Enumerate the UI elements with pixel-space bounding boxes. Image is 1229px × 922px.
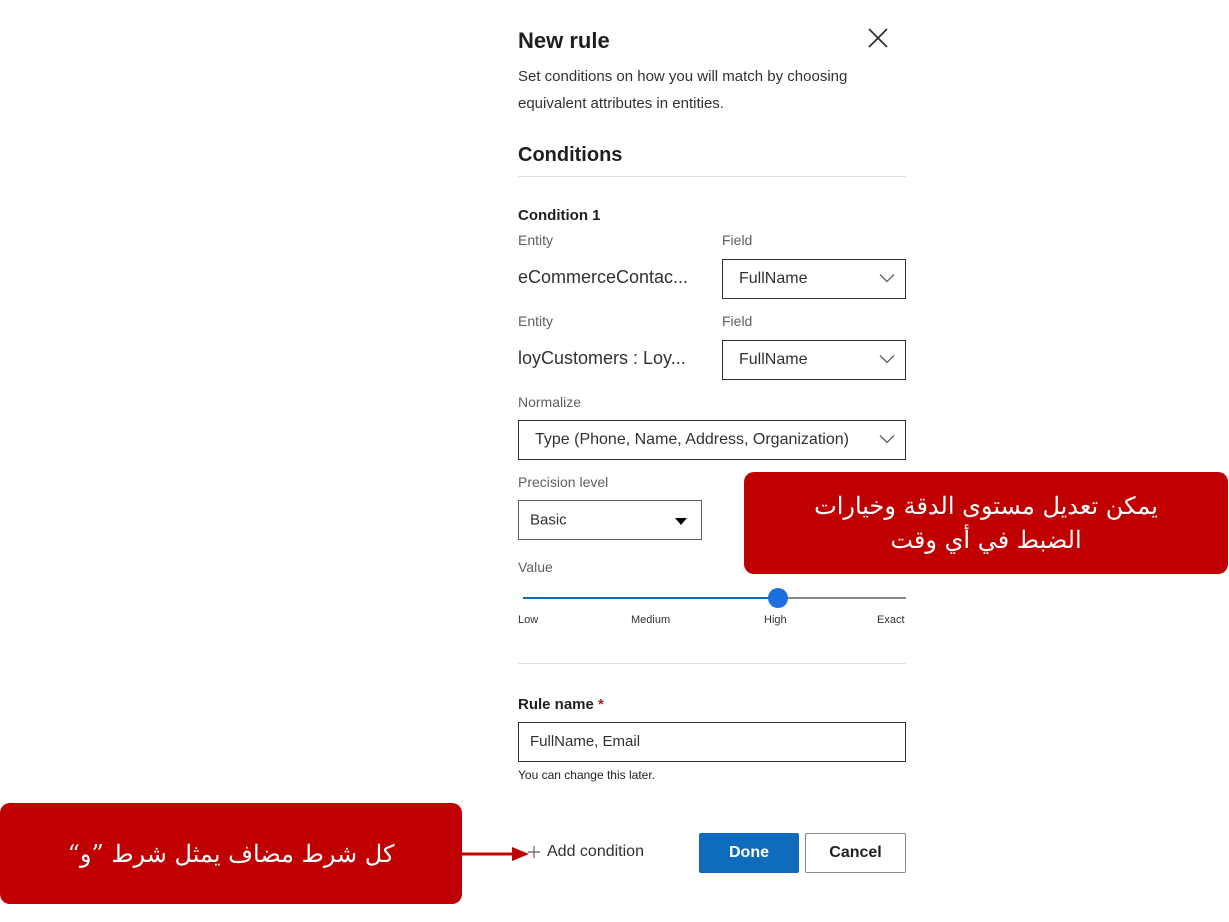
caret-down-icon (675, 518, 687, 525)
slider-tick-medium: Medium (631, 614, 671, 626)
precision-label: Precision level (518, 474, 609, 490)
field-dropdown-1-value: FullName (739, 270, 808, 287)
close-icon (868, 28, 888, 48)
precision-callout: يمكن تعديل مستوى الدقة وخيارات الضبط في … (744, 472, 1228, 574)
field-label-1: Field (722, 232, 753, 248)
field-dropdown-1[interactable]: FullName (722, 259, 906, 299)
add-condition-label: Add condition (547, 843, 644, 860)
slider-tick-exact: Exact (877, 614, 905, 626)
precision-dropdown[interactable]: Basic (518, 500, 702, 540)
arrow-icon (462, 847, 529, 861)
entity-value-1: eCommerceContac... (518, 267, 689, 287)
normalize-value: Type (Phone, Name, Address, Organization… (535, 431, 849, 448)
value-label: Value (518, 559, 553, 575)
conditions-heading: Conditions (518, 144, 623, 166)
chevron-down-icon (879, 355, 895, 364)
required-mark: * (598, 696, 604, 713)
precision-slider-fill (523, 597, 779, 599)
entity-label-1: Entity (518, 232, 554, 248)
precision-value: Basic (530, 511, 567, 529)
panel-description: Set conditions on how you will match by … (518, 68, 848, 112)
slider-tick-low: Low (518, 614, 539, 626)
rule-name-input[interactable]: FullName, Email (518, 722, 906, 762)
normalize-label: Normalize (518, 394, 582, 410)
and-condition-callout-text: كل شرط مضاف يمثل شرط ”و“ (67, 839, 395, 868)
done-button[interactable]: Done (699, 833, 799, 873)
rule-name-hint: You can change this later. (518, 768, 655, 782)
chevron-down-icon (879, 274, 895, 283)
condition-title: Condition 1 (518, 207, 601, 224)
conditions-divider (518, 176, 906, 177)
rule-name-label-text: Rule name (518, 696, 594, 713)
normalize-dropdown[interactable]: Type (Phone, Name, Address, Organization… (518, 420, 906, 460)
cancel-button[interactable]: Cancel (805, 833, 906, 873)
slider-tick-high: High (764, 614, 787, 626)
rule-name-label: Rule name * (518, 696, 604, 713)
and-condition-callout: كل شرط مضاف يمثل شرط ”و“ (0, 803, 462, 904)
field-label-2: Field (722, 313, 753, 329)
field-dropdown-2-value: FullName (739, 351, 808, 368)
chevron-down-icon (879, 435, 895, 444)
panel-title: New rule (518, 28, 610, 53)
section-divider (518, 663, 906, 664)
precision-callout-text: يمكن تعديل مستوى الدقة وخيارات الضبط في … (814, 492, 1158, 554)
field-dropdown-2[interactable]: FullName (722, 340, 906, 380)
precision-slider-thumb[interactable] (768, 588, 789, 608)
close-button[interactable] (866, 26, 890, 50)
add-condition-button[interactable]: Add condition (527, 843, 644, 861)
entity-label-2: Entity (518, 313, 554, 329)
entity-value-2: loyCustomers : Loy... (518, 348, 686, 368)
